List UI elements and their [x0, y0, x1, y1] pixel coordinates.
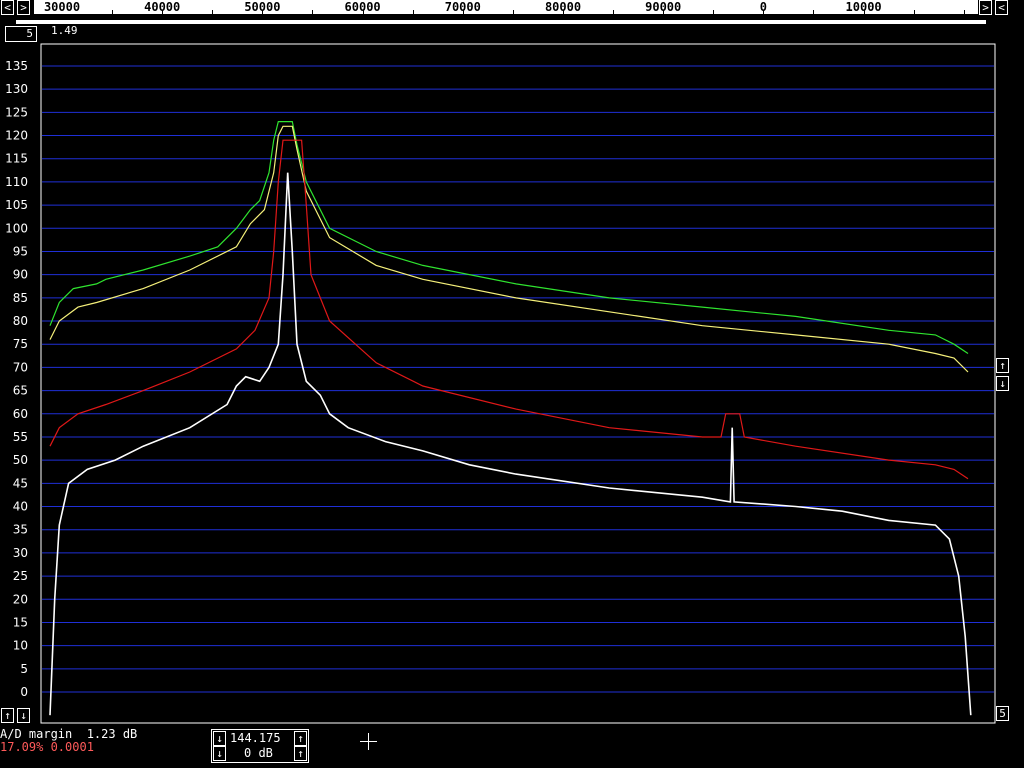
y-tick-label: 45 [13, 476, 28, 490]
y-tick-label: 70 [13, 360, 28, 374]
y-tick-label: 20 [13, 592, 28, 606]
y-tick-label: 125 [5, 105, 28, 119]
y-tick-label: 60 [13, 407, 28, 421]
status-text: 17.09% 0.0001 [0, 740, 94, 754]
y-tick-label: 35 [13, 523, 28, 537]
y-tick-label: 50 [13, 453, 28, 467]
y-tick-label: 85 [13, 291, 28, 305]
spectrum-series-3 [49, 172, 972, 716]
y-tick-label: 5 [20, 662, 28, 676]
gain-value[interactable]: 0 dB [244, 746, 273, 760]
gain-up-button[interactable]: ↑ [294, 746, 307, 761]
y-tick-label: 80 [13, 314, 28, 328]
y-tick-label: 90 [13, 268, 28, 282]
plot-frame [40, 43, 996, 724]
freq-up-button[interactable]: ↑ [294, 731, 307, 746]
freq-down-button[interactable]: ↓ [213, 731, 226, 746]
offset-down-button[interactable]: ↓ [17, 708, 30, 723]
spectrum-series-0 [49, 120, 969, 354]
y-tick-label: 110 [5, 175, 28, 189]
y-tick-label: 40 [13, 500, 28, 514]
ad-margin-text: A/D margin 1.23 dB [0, 727, 138, 741]
crosshair-cursor-icon [360, 733, 377, 750]
y-tick-label: 135 [5, 59, 28, 73]
scale-down-button[interactable]: ↓ [996, 376, 1009, 391]
offset-up-button[interactable]: ↑ [1, 708, 14, 723]
y-tick-label: 95 [13, 244, 28, 258]
y-tick-label: 55 [13, 430, 28, 444]
y-tick-label: 100 [5, 221, 28, 235]
freq-value[interactable]: 144.175 [230, 731, 281, 745]
y-tick-label: 30 [13, 546, 28, 560]
y-tick-label: 105 [5, 198, 28, 212]
control-panel: ↓ 144.175 ↑ ↓ 0 dB ↑ [211, 729, 309, 763]
y-tick-label: 75 [13, 337, 28, 351]
gain-down-button[interactable]: ↓ [213, 746, 226, 761]
y-tick-label: 130 [5, 82, 28, 96]
y-tick-label: 25 [13, 569, 28, 583]
y-tick-label: 10 [13, 639, 28, 653]
spectrum-plot[interactable]: 1351301251201151101051009590858075706560… [0, 0, 1024, 768]
y-tick-label: 115 [5, 152, 28, 166]
y-tick-label: 120 [5, 129, 28, 143]
y-tick-label: 65 [13, 384, 28, 398]
y-tick-label: 15 [13, 615, 28, 629]
scale-up-button[interactable]: ↑ [996, 358, 1009, 373]
right-number-box[interactable]: 5 [996, 706, 1009, 721]
y-tick-label: 0 [20, 685, 28, 699]
spectrum-series-1 [49, 125, 969, 373]
